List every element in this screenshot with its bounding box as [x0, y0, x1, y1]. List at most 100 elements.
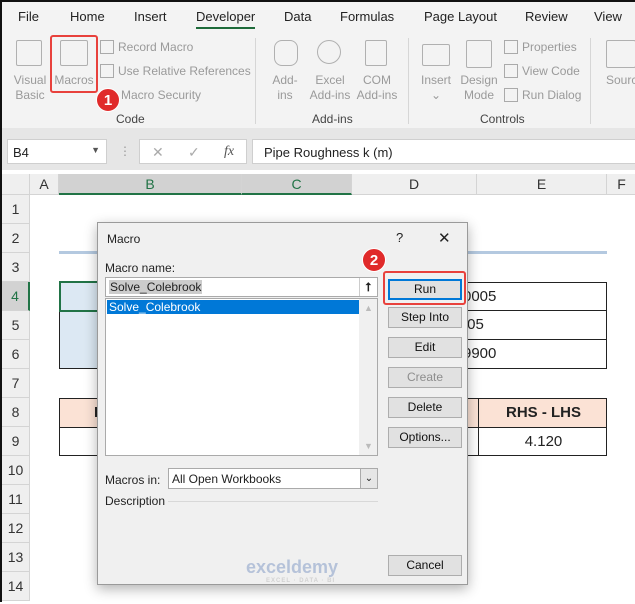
column-header-a[interactable]: A — [30, 174, 59, 195]
tab-view[interactable]: View — [594, 9, 622, 24]
label: Design — [460, 73, 498, 87]
run-highlight — [383, 271, 466, 305]
tab-developer[interactable]: Developer — [196, 9, 256, 29]
row-header-8[interactable]: 8 — [2, 398, 30, 427]
macros-in-select[interactable]: All Open Workbooks ⌄ — [168, 468, 378, 489]
com-addins-icon — [365, 40, 387, 66]
source-button[interactable]: Source — [606, 73, 635, 87]
macro-name-label: Macro name: — [105, 261, 176, 275]
tab-file[interactable]: File — [18, 9, 39, 24]
group-label-code: Code — [116, 112, 145, 126]
record-macro-icon — [100, 40, 114, 54]
column-header-b[interactable]: B — [59, 174, 242, 195]
insert-function-icon[interactable]: fx — [224, 144, 234, 160]
macro-dialog: Macro ? ✕ Macro name: Solve_Colebrook ⭡ … — [97, 222, 468, 585]
column-header-e[interactable]: E — [477, 174, 607, 195]
step-into-button[interactable]: Step Into — [388, 307, 462, 328]
design-mode-button[interactable]: Design Mode — [456, 73, 502, 103]
label: Add- — [272, 73, 298, 87]
group-label-controls: Controls — [480, 112, 525, 126]
tab-formulas[interactable]: Formulas — [340, 9, 394, 24]
tab-review[interactable]: Review — [525, 9, 568, 24]
label: Add-ins — [356, 88, 398, 102]
formula-bar: B4 ▼ ⋮ ✕ ✓ fx Pipe Roughness k (m) — [2, 136, 635, 170]
active-cell-b4[interactable] — [59, 281, 101, 312]
cell-d6[interactable]: 9900 — [463, 340, 496, 368]
cancel-icon[interactable]: ✕ — [152, 144, 164, 161]
column-header-c[interactable]: C — [242, 174, 352, 195]
row-header-14[interactable]: 14 — [2, 572, 30, 601]
cell-e9[interactable]: 4.120 — [478, 428, 608, 455]
macro-security-button[interactable]: Macro Security — [121, 88, 201, 102]
view-code-icon — [504, 64, 518, 78]
select-all-button[interactable] — [2, 174, 30, 195]
tab-home[interactable]: Home — [70, 9, 105, 24]
insert-controls-button[interactable]: Insert ⌄ — [416, 73, 456, 103]
addins-icon — [274, 40, 298, 66]
record-macro-button[interactable]: Record Macro — [118, 40, 193, 54]
row-header-2[interactable]: 2 — [2, 224, 30, 253]
macros-highlight — [50, 35, 98, 93]
tab-page-layout[interactable]: Page Layout — [424, 9, 497, 24]
macro-name-input[interactable]: Solve_Colebrook ⭡ — [105, 277, 378, 297]
description-label: Description — [105, 494, 166, 508]
macro-list[interactable]: Solve_Colebrook ▲ ▼ — [105, 298, 378, 456]
run-dialog-icon — [504, 88, 518, 102]
delete-button[interactable]: Delete — [388, 397, 462, 418]
close-button[interactable]: ✕ — [438, 229, 451, 247]
options-button[interactable]: Options... — [388, 427, 462, 448]
divider — [408, 38, 409, 124]
cancel-button[interactable]: Cancel — [388, 555, 462, 576]
enter-icon[interactable]: ✓ — [188, 144, 200, 161]
ribbon-tabs: File Home Insert Developer Data Formulas… — [2, 2, 635, 32]
divider — [255, 38, 256, 124]
row-header-13[interactable]: 13 — [2, 543, 30, 572]
view-code-button[interactable]: View Code — [522, 64, 580, 78]
formula-input[interactable]: Pipe Roughness k (m) — [252, 139, 635, 164]
column-header-d[interactable]: D — [352, 174, 477, 195]
edit-button[interactable]: Edit — [388, 337, 462, 358]
cell-e8[interactable]: RHS - LHS — [478, 399, 608, 427]
exceldemy-watermark: exceldemy EXCEL · DATA · BI — [246, 557, 338, 584]
scroll-down-icon[interactable]: ▼ — [364, 441, 373, 451]
row-header-11[interactable]: 11 — [2, 485, 30, 514]
step-badge-1: 1 — [96, 88, 120, 112]
label: Basic — [15, 88, 45, 102]
arrow-up-icon[interactable]: ⭡ — [359, 278, 377, 296]
column-header-f[interactable]: F — [607, 174, 635, 195]
row-header-12[interactable]: 12 — [2, 514, 30, 543]
tab-insert[interactable]: Insert — [134, 9, 167, 24]
row-header-1[interactable]: 1 — [2, 195, 30, 224]
chevron-down-icon[interactable]: ⌄ — [360, 469, 377, 488]
com-addins-button[interactable]: COM Add-ins — [354, 73, 400, 103]
tab-data[interactable]: Data — [284, 9, 311, 24]
list-item[interactable]: Solve_Colebrook — [107, 300, 359, 314]
cell-d4[interactable]: 0005 — [463, 283, 496, 311]
excel-addins-button[interactable]: Excel Add-ins — [306, 73, 354, 103]
row-header-3[interactable]: 3 — [2, 253, 30, 282]
properties-button[interactable]: Properties — [522, 40, 577, 54]
help-button[interactable]: ? — [396, 230, 403, 245]
group-label-addins: Add-ins — [312, 112, 353, 126]
run-dialog-button[interactable]: Run Dialog — [522, 88, 581, 102]
table-icon — [100, 64, 114, 78]
divider — [590, 38, 591, 124]
row-header-6[interactable]: 6 — [2, 340, 30, 369]
formula-controls: ✕ ✓ fx — [139, 139, 247, 164]
create-button[interactable]: Create — [388, 367, 462, 388]
row-header-9[interactable]: 9 — [2, 427, 30, 456]
scroll-up-icon[interactable]: ▲ — [364, 303, 373, 313]
row-header-10[interactable]: 10 — [2, 456, 30, 485]
label: ins — [277, 88, 293, 102]
scrollbar[interactable]: ▲ ▼ — [359, 299, 377, 455]
use-relative-references-button[interactable]: Use Relative References — [118, 64, 251, 78]
ribbon: Visual Basic Macros Record Macro Use Rela… — [2, 32, 635, 128]
macros-in-value: All Open Workbooks — [172, 472, 282, 486]
row-header-4[interactable]: 4 — [2, 282, 30, 311]
row-header-5[interactable]: 5 — [2, 311, 30, 340]
name-box[interactable]: B4 ▼ — [7, 139, 107, 164]
splitter: ⋮ — [119, 144, 131, 158]
addins-button[interactable]: Add-ins — [266, 73, 304, 103]
label: Add-ins — [309, 88, 351, 102]
row-header-7[interactable]: 7 — [2, 369, 30, 398]
